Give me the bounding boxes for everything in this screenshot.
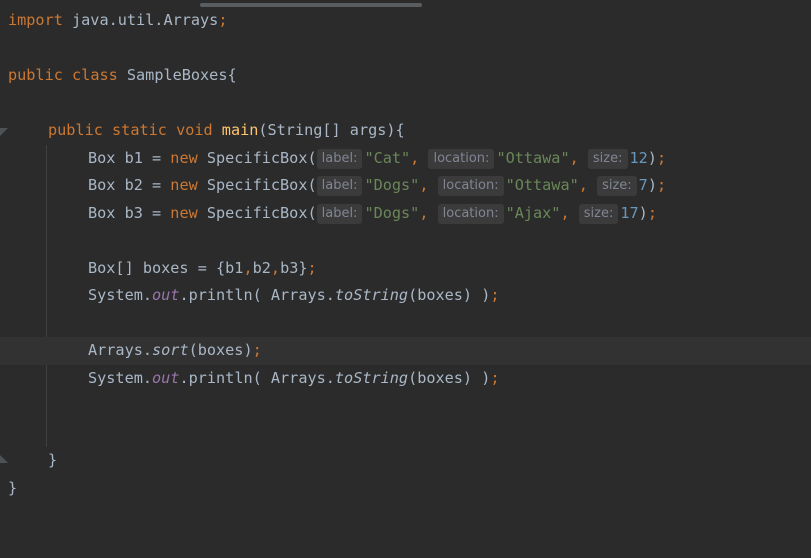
comma: , (569, 149, 579, 167)
keyword: public (48, 121, 103, 139)
number-literal: 12 (629, 149, 648, 167)
code-text: SpecificBox( (197, 149, 317, 167)
code-text: SpecificBox( (197, 176, 317, 194)
string-literal: "Ajax" (505, 204, 561, 222)
parameter-hint: size: (587, 149, 628, 169)
parameter-hint: location: (428, 149, 495, 169)
code-text: b3} (280, 259, 308, 277)
code-text: System. (88, 369, 153, 387)
comma: , (243, 259, 253, 277)
code-text: ) (638, 204, 648, 222)
semicolon: ; (647, 204, 657, 222)
semicolon: ; (490, 286, 500, 304)
keyword: static (112, 121, 167, 139)
code-text: (boxes) ) (408, 369, 491, 387)
string-literal: "Dogs" (364, 204, 420, 222)
parameter-hint: location: (437, 204, 504, 224)
code-line[interactable]: } (0, 475, 811, 503)
code-text: Box[] boxes = {b1 (88, 259, 244, 277)
code-line[interactable]: System.out.println( Arrays.toString(boxe… (0, 282, 811, 310)
comma: , (410, 149, 420, 167)
code-text: .println( Arrays. (179, 286, 335, 304)
parameter-hint: label: (316, 204, 363, 224)
code-editor[interactable]: import java.util.Arrays; public class Sa… (0, 0, 811, 528)
static-field: out (152, 369, 180, 387)
semicolon: ; (307, 259, 317, 277)
static-method-call: sort (152, 341, 189, 359)
code-text: (boxes) (188, 341, 253, 359)
code-line[interactable]: } (0, 447, 811, 475)
code-line[interactable]: public static void main(String[] args){ (0, 117, 811, 145)
code-line[interactable]: public class SampleBoxes{ (0, 62, 811, 90)
parameter-hint: size: (597, 176, 637, 196)
code-text: SpecificBox( (197, 204, 317, 222)
parameter-hint: label: (316, 149, 363, 169)
code-text: ) (647, 176, 657, 194)
keyword: new (170, 176, 198, 194)
semicolon: ; (252, 341, 262, 359)
semicolon: ; (656, 176, 667, 194)
code-text: Box b1 = (88, 149, 171, 167)
current-code-line[interactable]: Arrays.sort(boxes); (0, 337, 811, 365)
code-text: (String[] args){ (258, 121, 405, 139)
code-line[interactable]: System.out.println( Arrays.toString(boxe… (0, 365, 811, 393)
comma: , (419, 204, 429, 222)
keyword: import (8, 11, 63, 29)
semicolon: ; (656, 149, 667, 167)
string-literal: "Ottawa" (496, 149, 570, 167)
static-method-call: toString (334, 369, 409, 387)
closing-brace: } (8, 479, 18, 497)
method-name: main (221, 121, 259, 139)
code-text: System. (88, 286, 153, 304)
string-literal: "Dogs" (364, 176, 420, 194)
code-text: java.util.Arrays (62, 11, 219, 29)
number-literal: 7 (638, 176, 648, 194)
comma: , (560, 204, 570, 222)
string-literal: "Ottawa" (505, 176, 579, 194)
code-text: ) (647, 149, 657, 167)
code-text: .println( Arrays. (179, 369, 335, 387)
comma: , (270, 259, 281, 277)
parameter-hint: label: (316, 176, 363, 196)
number-literal: 17 (620, 204, 639, 222)
code-line[interactable]: Box[] boxes = {b1,b2,b3}; (0, 255, 811, 283)
semicolon: ; (218, 11, 228, 29)
keyword: new (170, 204, 198, 222)
code-text: (boxes) ) (408, 286, 491, 304)
comma: , (419, 176, 429, 194)
keyword: void (176, 121, 213, 139)
code-text: Box b2 = (88, 176, 171, 194)
static-field: out (152, 286, 180, 304)
code-line[interactable]: import java.util.Arrays; (0, 7, 811, 35)
closing-brace: } (48, 451, 58, 469)
code-text: Box b3 = (88, 204, 171, 222)
code-text: SampleBoxes{ (117, 66, 237, 84)
code-text: Arrays. (88, 341, 153, 359)
parameter-hint: size: (578, 204, 619, 224)
string-literal: "Cat" (364, 149, 411, 167)
comma: , (578, 176, 588, 194)
code-text: b2 (252, 259, 271, 277)
keyword: new (170, 149, 198, 167)
code-line[interactable]: Box b1 = new SpecificBox(label: "Cat", lo… (0, 145, 811, 173)
static-method-call: toString (334, 286, 409, 304)
code-line[interactable]: Box b2 = new SpecificBox(label: "Dogs", l… (0, 172, 811, 200)
parameter-hint: location: (437, 176, 504, 196)
keyword: class (72, 66, 118, 84)
semicolon: ; (490, 369, 500, 387)
keyword: public (8, 66, 63, 84)
code-line[interactable]: Box b3 = new SpecificBox(label: "Dogs", l… (0, 200, 811, 228)
